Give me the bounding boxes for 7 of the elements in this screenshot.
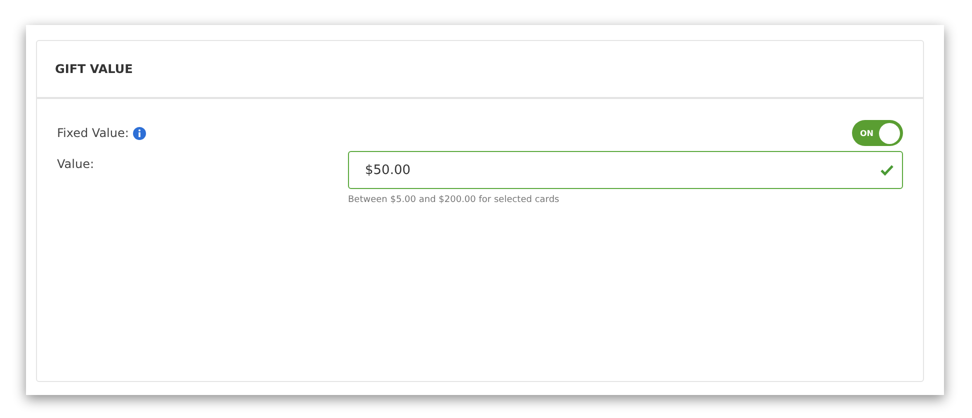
value-field[interactable]: $50.00 — [348, 151, 903, 189]
fixed-value-label: Fixed Value: — [57, 126, 129, 140]
value-hint: Between $5.00 and $200.00 for selected cards — [348, 195, 560, 205]
info-icon[interactable] — [132, 126, 146, 140]
value-label: Value: — [57, 156, 95, 173]
check-icon — [880, 164, 894, 176]
card-title: GIFT VALUE — [55, 62, 133, 76]
